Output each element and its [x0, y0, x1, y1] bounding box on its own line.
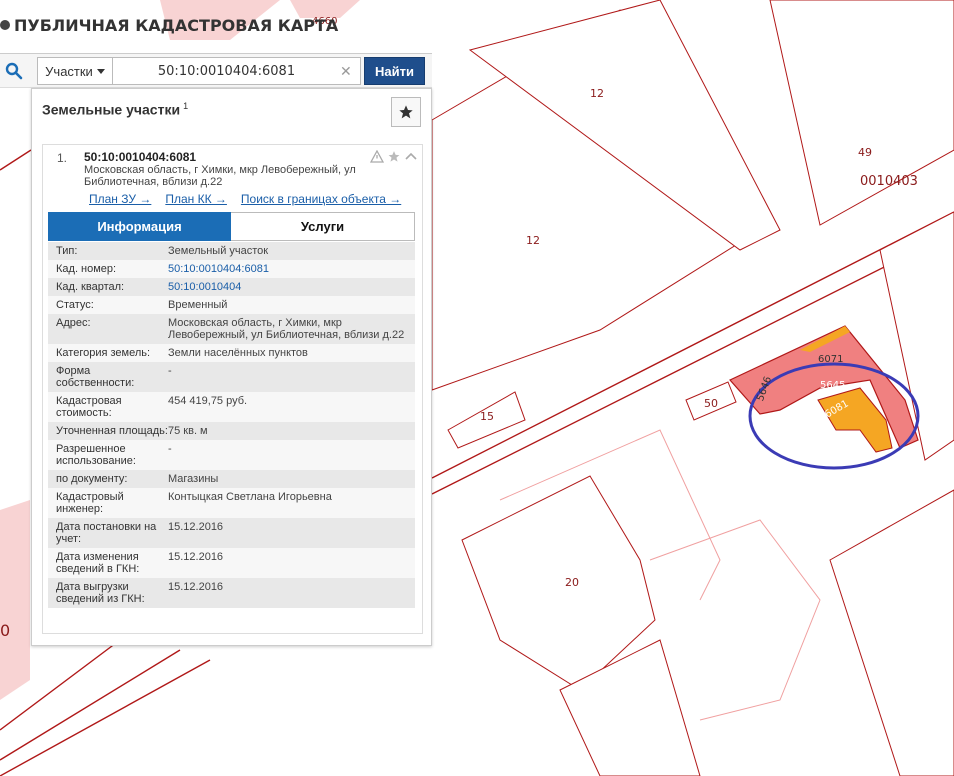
- card-icons: [370, 150, 418, 163]
- panel-title: Земельные участки 1: [42, 101, 188, 118]
- table-row: Кад. квартал: 50:10:0010404: [48, 278, 415, 296]
- map-label-20: 20: [565, 576, 579, 589]
- table-row: Уточненная площадь: 75 кв. м: [48, 422, 415, 440]
- row-label: Разрешенное использование:: [56, 443, 136, 467]
- row-value: Временный: [168, 299, 228, 311]
- clear-icon[interactable]: ✕: [340, 63, 352, 80]
- result-count: 1: [183, 101, 189, 111]
- table-row: Кадастровая стоимость: 454 419,75 руб.: [48, 392, 415, 422]
- tab-services[interactable]: Услуги: [231, 212, 415, 241]
- chevron-down-icon: [96, 68, 105, 74]
- result-number[interactable]: 50:10:0010404:6081: [84, 150, 196, 164]
- row-label: Дата изменения сведений в ГКН:: [56, 551, 140, 575]
- map-label-quarter: 0010403: [860, 174, 918, 189]
- table-row: Статус: Временный: [48, 296, 415, 314]
- cadastral-number-link[interactable]: 50:10:0010404:6081: [168, 263, 415, 275]
- table-row: Форма собственности: -: [48, 362, 415, 392]
- table-row: по документу: Магазины: [48, 470, 415, 488]
- row-value: 15.12.2016: [168, 581, 224, 593]
- row-value: Земли населённых пунктов: [168, 347, 308, 359]
- card-links: План ЗУ → План КК → Поиск в границах объ…: [89, 192, 401, 206]
- tab-information[interactable]: Информация: [48, 212, 231, 241]
- warning-icon[interactable]: [370, 150, 384, 163]
- plan-kk-link[interactable]: План КК →: [165, 192, 227, 206]
- row-label: Адрес:: [56, 317, 91, 329]
- row-value: -: [168, 443, 172, 455]
- app-title: ПУБЛИЧНАЯ КАДАСТРОВАЯ КАРТА: [0, 14, 338, 36]
- result-card[interactable]: 1. 50:10:0010404:6081 Московская область…: [42, 144, 423, 634]
- logo-icon: [0, 20, 10, 30]
- row-label: Статус:: [56, 299, 94, 311]
- search-in-bounds-link[interactable]: Поиск в границах объекта →: [241, 192, 401, 206]
- info-table: Тип: Земельный участок Кад. номер: 50:10:0…: [48, 242, 415, 608]
- row-label: Тип:: [56, 245, 78, 257]
- result-index: 1.: [57, 151, 68, 165]
- row-label: Дата выгрузки сведений из ГКН:: [56, 581, 145, 605]
- cadastral-quarter-link[interactable]: 50:10:0010404: [168, 281, 415, 293]
- favorite-button[interactable]: [391, 97, 421, 127]
- map-label-12-top: 12: [590, 87, 604, 100]
- row-label: Кадастровая стоимость:: [56, 395, 122, 419]
- row-value: Контыцкая Светлана Игорьевна: [168, 491, 332, 503]
- row-label: Форма собственности:: [56, 365, 135, 389]
- table-row: Дата изменения сведений в ГКН: 15.12.2016: [48, 548, 415, 578]
- panel-header: Земельные участки 1: [32, 89, 431, 133]
- star-icon: [399, 105, 413, 119]
- row-value: -: [168, 365, 172, 377]
- search-type-dropdown[interactable]: Участки: [37, 57, 113, 85]
- map-label-15: 15: [480, 410, 494, 423]
- row-label: Уточненная площадь:: [56, 425, 168, 437]
- map-label-50: 50: [704, 397, 718, 410]
- map-label-12-left: 12: [526, 234, 540, 247]
- map-label-5645: 5645: [820, 380, 845, 391]
- app-title-text: ПУБЛИЧНАЯ КАДАСТРОВАЯ КАРТА: [14, 15, 339, 35]
- plan-zu-link[interactable]: План ЗУ →: [89, 192, 151, 206]
- table-row: Категория земель: Земли населённых пункто…: [48, 344, 415, 362]
- map-label-6071: 6071: [818, 354, 843, 365]
- row-value: Земельный участок: [168, 245, 269, 257]
- search-bar: Участки ✕ Найти: [0, 53, 432, 88]
- table-row: Тип: Земельный участок: [48, 242, 415, 260]
- row-value: 15.12.2016: [168, 521, 224, 533]
- map-label-left-edge: 0: [0, 621, 10, 640]
- star-outline-icon[interactable]: [387, 150, 401, 163]
- row-label: Дата постановки на учет:: [56, 521, 157, 545]
- result-address: Московская область, г Химки, мкр Левобер…: [84, 164, 356, 188]
- search-icon[interactable]: [0, 57, 28, 85]
- info-tabs: Информация Услуги: [48, 212, 415, 241]
- results-panel: Земельные участки 1 1. 50:10:0010404:6081…: [31, 88, 432, 646]
- row-value: 15.12.2016: [168, 551, 224, 563]
- chevron-up-icon[interactable]: [404, 150, 418, 163]
- row-value: 454 419,75 руб.: [168, 395, 248, 407]
- panel-title-text: Земельные участки: [42, 101, 181, 118]
- map-label-49: 49: [858, 146, 872, 159]
- table-row: Дата выгрузки сведений из ГКН: 15.12.2016: [48, 578, 415, 608]
- row-value: Магазины: [168, 473, 219, 485]
- row-label: Категория земель:: [56, 347, 151, 359]
- row-label: Кад. номер:: [56, 263, 117, 275]
- parcel-49[interactable]: [769, 0, 954, 226]
- search-button[interactable]: Найти: [364, 57, 425, 85]
- table-row: Кад. номер: 50:10:0010404:6081: [48, 260, 415, 278]
- row-label: Кад. квартал:: [56, 281, 125, 293]
- parcel-bottom-right[interactable]: [829, 489, 954, 776]
- table-row: Кадастровый инженер: Контыцкая Светлана И…: [48, 488, 415, 518]
- row-value: 75 кв. м: [168, 425, 208, 437]
- search-type-label: Участки: [45, 63, 93, 79]
- table-row: Дата постановки на учет: 15.12.2016: [48, 518, 415, 548]
- map-shade-left: [0, 500, 30, 700]
- row-value: Московская область, г Химки, мкр Левобер…: [168, 317, 405, 341]
- row-label: по документу:: [56, 473, 128, 485]
- row-label: Кадастровый инженер:: [56, 491, 124, 515]
- table-row: Адрес: Московская область, г Химки, мкр Л…: [48, 314, 415, 344]
- search-input[interactable]: [113, 57, 361, 85]
- table-row: Разрешенное использование: -: [48, 440, 415, 470]
